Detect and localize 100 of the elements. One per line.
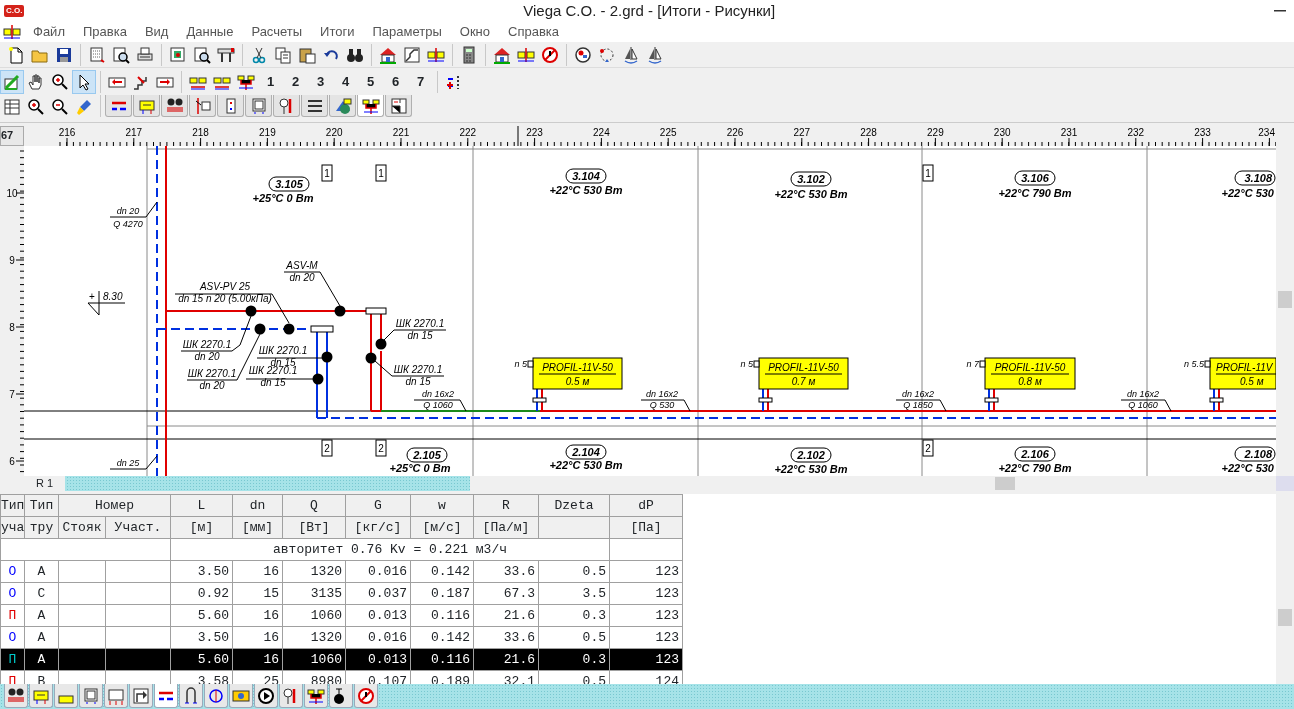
table-row[interactable]: О А 3.50 16 1320 0.016 0.142 33.6 0.5 123 (0, 626, 683, 649)
pipe-icon[interactable] (129, 684, 153, 708)
radiator-length: 0.5 м (565, 376, 590, 387)
pointer-icon[interactable] (72, 69, 96, 94)
table-row[interactable]: П А 5.60 16 1060 0.013 0.116 21.6 0.3 123 (0, 648, 683, 671)
column-header[interactable]: R (473, 494, 539, 517)
number-button[interactable]: 2 (283, 69, 308, 94)
pump-icon[interactable] (4, 684, 28, 708)
ruler-label: 222 (459, 127, 477, 138)
floor-plan-icon[interactable] (385, 95, 412, 117)
loop-icon[interactable] (204, 684, 228, 708)
column-header[interactable]: w (410, 494, 474, 517)
menu-item[interactable]: Расчеты (242, 22, 312, 42)
table-cell: 0.3 (538, 604, 610, 627)
pipe-size: dn 16x2 (902, 389, 934, 399)
level-symbol (87, 290, 126, 316)
table-row[interactable]: О А 3.50 16 1320 0.016 0.142 33.6 0.5 123 (0, 560, 683, 583)
pipes-icon[interactable] (105, 95, 132, 117)
scrollbar[interactable] (1276, 494, 1294, 684)
valve-icon (532, 397, 547, 403)
ruler-label: 220 (325, 127, 343, 138)
door-icon[interactable] (217, 95, 244, 117)
ruler-label: 231 (1060, 127, 1078, 138)
valve-head-icon (527, 360, 534, 368)
column-header[interactable]: уча (0, 516, 25, 539)
riser-mark: 1 (375, 164, 387, 182)
leader-line (683, 399, 691, 412)
loop-icon[interactable] (179, 684, 203, 708)
room-info: +22°C 790 Вт (998, 462, 1072, 474)
leader-line (939, 399, 947, 412)
number-button[interactable]: 1 (258, 69, 283, 94)
radiator-length: 0.7 м (791, 376, 816, 387)
fitting-name: ШК 2270.1 (187, 368, 237, 379)
sheet-tab[interactable]: R 1 (24, 476, 66, 491)
window-title: Viega C.O. - 2.grd - [Итоги - Рисунки] (522, 0, 777, 21)
table-row[interactable]: П А 5.60 16 1060 0.013 0.116 21.6 0.3 123 (0, 604, 683, 627)
number-button[interactable]: 4 (333, 69, 358, 94)
menu-item[interactable]: Итоги (311, 22, 364, 42)
menu-item[interactable]: Вид (135, 22, 178, 42)
menu-item[interactable]: Файл (24, 22, 74, 42)
valve-head-icon (979, 360, 986, 368)
menu-item[interactable]: Справка (499, 22, 568, 42)
room-info: +22°C 530 Вт (774, 188, 848, 200)
number-button[interactable]: 5 (358, 69, 383, 94)
table-cell: О (0, 582, 25, 605)
boiler-icon[interactable] (229, 684, 253, 708)
number-button[interactable]: 6 (383, 69, 408, 94)
panel-icon[interactable] (79, 684, 103, 708)
valve-setting: n 5.5 (1183, 359, 1204, 369)
leader-line (271, 293, 290, 324)
column-header[interactable]: Номер (58, 494, 171, 517)
table-cell: 67.3 (473, 582, 539, 605)
valve-setting: n 7 (966, 359, 979, 369)
table-cell: 16 (232, 604, 283, 627)
table-cell: 1320 (282, 626, 346, 649)
ruler-label: 233 (1194, 127, 1211, 138)
column-header[interactable]: L (170, 494, 233, 517)
number-button[interactable]: 3 (308, 69, 333, 94)
pump-icon[interactable] (161, 95, 188, 117)
pipes-icon[interactable] (154, 684, 178, 708)
junction-icon[interactable] (304, 684, 328, 708)
column-header[interactable]: Q (282, 494, 346, 517)
table-row[interactable]: О С 0.92 15 3135 0.037 0.187 67.3 3.5 123 (0, 582, 683, 605)
menu-item[interactable]: Правка (73, 22, 136, 42)
valve-icon[interactable] (329, 684, 353, 708)
column-header[interactable]: dn (232, 494, 283, 517)
radiator-box (1209, 357, 1276, 390)
column-header[interactable]: Тип (0, 494, 25, 517)
info-text: авторитет 0.76 Kv = 0.221 м3/ч (273, 541, 508, 557)
room-number: 2.104 (565, 444, 607, 460)
prohibited-icon[interactable] (354, 684, 378, 708)
leader-line (145, 201, 158, 218)
panel-icon[interactable] (245, 95, 272, 117)
fitting-size: dn 20 (199, 380, 225, 391)
menu-item[interactable]: Окно (450, 22, 499, 42)
table-cell: 0.013 (345, 604, 411, 627)
lines-icon[interactable] (301, 95, 328, 117)
pipe-size: dn 16x2 (422, 389, 454, 399)
number-button[interactable]: 7 (408, 69, 433, 94)
menu-item[interactable]: Параметры (363, 22, 451, 42)
room-number: 2.108 (1234, 446, 1276, 462)
table-cell: 5.60 (170, 604, 233, 627)
ruler-label: 6 (9, 456, 15, 467)
fitting-name: ШК 2270.1 (248, 365, 298, 376)
level-value: 8.30 (103, 291, 123, 302)
pipe-flow: Q 1060 (1128, 400, 1158, 410)
column-header[interactable]: G (345, 494, 411, 517)
radiator-model: PROFIL-11V-50 (994, 362, 1066, 373)
junction-icon[interactable] (357, 95, 384, 117)
menu-item[interactable]: Данные (177, 22, 243, 42)
column-header[interactable]: Dzeta (538, 494, 610, 517)
radiator-model: PROFIL-11V-50 (542, 362, 613, 373)
column-header[interactable]: dP (609, 494, 683, 517)
radiator-model: PROFIL-11V-50 (768, 362, 839, 373)
play-icon[interactable] (254, 684, 278, 708)
riser-icon[interactable] (189, 95, 216, 117)
valve-dot (321, 351, 333, 363)
riser-mark: 1 (321, 164, 333, 182)
column-header[interactable]: Тип (24, 494, 59, 517)
shapes-icon[interactable] (329, 95, 356, 117)
